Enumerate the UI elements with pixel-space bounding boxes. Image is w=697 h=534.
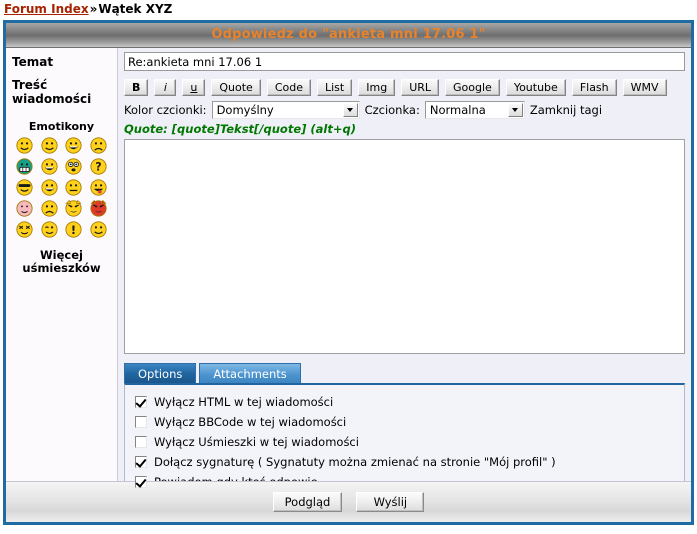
options-tabs: Options Attachments xyxy=(124,363,685,383)
bbcode-list-button[interactable]: List xyxy=(317,79,353,96)
preview-button[interactable]: Podgląd xyxy=(272,492,343,512)
font-size-value: Normalna xyxy=(429,103,486,117)
option-disable-html-label: Wyłącz HTML w tej wiadomości xyxy=(154,395,334,409)
option-notify-reply-checkbox[interactable] xyxy=(135,476,147,488)
more-smilies-line1: Więcej xyxy=(40,248,83,262)
option-disable-bbcode-row: Wyłącz BBCode w tej wiadomości xyxy=(135,412,684,432)
message-label-line1: Treść xyxy=(12,78,48,92)
smiley-neutral-icon[interactable] xyxy=(65,179,82,196)
more-smilies-link[interactable]: Więcej uśmieszków xyxy=(6,249,117,275)
bbcode-url-button[interactable]: URL xyxy=(401,79,440,96)
option-disable-html-checkbox[interactable] xyxy=(135,396,147,408)
bbcode-bold-button[interactable]: B xyxy=(124,79,149,96)
smiley-sunglasses-icon[interactable] xyxy=(16,179,33,196)
left-label-column: Temat Treść wiadomości Emotikony ?! Więc… xyxy=(6,48,118,481)
smiley-smile2-icon[interactable] xyxy=(41,137,58,154)
smiley-eek-icon[interactable] xyxy=(65,158,82,175)
option-disable-bbcode-checkbox[interactable] xyxy=(135,416,147,428)
font-size-label: Czcionka: xyxy=(364,103,420,117)
smiley-dizzy-icon[interactable] xyxy=(16,221,33,238)
option-disable-html-row: Wyłącz HTML w tej wiadomości xyxy=(135,392,684,412)
close-tags-link[interactable]: Zamknij tagi xyxy=(530,103,602,117)
chevron-down-icon xyxy=(342,103,358,117)
option-attach-signature-label: Dołącz sygnaturę ( Sygnatuty można zmien… xyxy=(154,455,556,469)
smiley-exclaim-icon[interactable]: ! xyxy=(65,221,82,238)
message-label: Treść wiadomości xyxy=(6,69,117,106)
subject-label: Temat xyxy=(12,55,54,69)
breadcrumb-current-topic: Wątek XYZ xyxy=(98,2,173,16)
font-color-label: Kolor czcionki: xyxy=(124,103,207,117)
option-disable-smilies-label: Wyłącz Uśmieszki w tej wiadomości xyxy=(154,435,359,449)
bbcode-wmv-button[interactable]: WMV xyxy=(622,79,667,96)
smiley-grin-icon[interactable] xyxy=(41,158,58,175)
font-size-select[interactable]: Normalna xyxy=(424,101,525,119)
smiley-sad-icon[interactable] xyxy=(90,137,107,154)
tab-options[interactable]: Options xyxy=(124,363,197,383)
svg-text:!: ! xyxy=(71,223,76,237)
bbcode-code-button[interactable]: Code xyxy=(266,79,311,96)
option-attach-signature-row: Dołącz sygnaturę ( Sygnatuty można zmien… xyxy=(135,452,684,472)
smiley-blush-icon[interactable] xyxy=(16,200,33,217)
font-controls-row: Kolor czcionki: Domyślny Czcionka: Norma… xyxy=(124,101,685,119)
bbcode-youtube-button[interactable]: Youtube xyxy=(505,79,566,96)
right-input-column: Biu Quote Code List Img URL Google Youtube Flash… xyxy=(118,48,691,501)
smiley-smile-icon[interactable] xyxy=(16,137,33,154)
page-title: Odpowiedz do "ankieta mni 17.06 1" xyxy=(211,27,486,42)
font-color-value: Domyślny xyxy=(216,103,274,117)
smiley-question-icon[interactable]: ? xyxy=(90,158,107,175)
message-label-line2: wiadomości xyxy=(12,92,92,106)
svg-text:?: ? xyxy=(95,160,101,173)
breadcrumb-separator: » xyxy=(89,2,98,16)
bbcode-google-button[interactable]: Google xyxy=(445,79,500,96)
reply-form-panel: Odpowiedz do "ankieta mni 17.06 1" Temat… xyxy=(3,20,694,525)
bbcode-toolbar: Bi u Quote Code List Img URL Google Youtube Flash… xyxy=(124,79,685,96)
smiley-tongue-icon[interactable] xyxy=(90,179,107,196)
bbcode-italic-button[interactable]: i xyxy=(154,79,177,96)
subject-input[interactable] xyxy=(124,52,685,71)
chevron-down-icon xyxy=(507,103,523,117)
font-color-select[interactable]: Domyślny xyxy=(211,101,360,119)
smiley-cool-teeth-icon[interactable] xyxy=(16,158,33,175)
smiley-wink-icon[interactable] xyxy=(41,221,58,238)
emoticons-title: Emotikony xyxy=(28,120,95,133)
option-attach-signature-checkbox[interactable] xyxy=(135,456,147,468)
form-body: Temat Treść wiadomości Emotikony ?! Więc… xyxy=(6,48,691,501)
smiley-smile3-icon[interactable] xyxy=(90,221,107,238)
smiley-laugh-icon[interactable] xyxy=(41,179,58,196)
form-footer: Podgląd Wyślij xyxy=(6,481,691,522)
submit-button[interactable]: Wyślij xyxy=(356,492,425,512)
smiley-biggrin-icon[interactable] xyxy=(65,137,82,154)
bbcode-img-button[interactable]: Img xyxy=(358,79,396,96)
bbcode-flash-button[interactable]: Flash xyxy=(571,79,617,96)
bbcode-hint-text: Quote: [quote]Tekst[/quote] (alt+q) xyxy=(124,122,356,136)
bbcode-quote-button[interactable]: Quote xyxy=(211,79,261,96)
option-disable-smilies-row: Wyłącz Uśmieszki w tej wiadomości xyxy=(135,432,684,452)
message-textarea[interactable] xyxy=(124,139,685,354)
bbcode-underline-button[interactable]: u xyxy=(182,79,206,96)
option-disable-bbcode-label: Wyłącz BBCode w tej wiadomości xyxy=(154,415,347,429)
smiley-evil-icon[interactable] xyxy=(65,200,82,217)
breadcrumb-forum-index-link[interactable]: Forum Index xyxy=(4,2,89,16)
smiley-frown-icon[interactable] xyxy=(41,200,58,217)
emoticons-grid: ?! xyxy=(6,137,117,238)
smiley-evil-red-icon[interactable] xyxy=(90,200,107,217)
tab-attachments[interactable]: Attachments xyxy=(199,363,301,383)
more-smilies-line2: uśmieszków xyxy=(22,261,101,275)
breadcrumb: Forum Index»Wątek XYZ xyxy=(0,0,697,20)
panel-title-bar: Odpowiedz do "ankieta mni 17.06 1" xyxy=(6,23,691,48)
option-disable-smilies-checkbox[interactable] xyxy=(135,436,147,448)
